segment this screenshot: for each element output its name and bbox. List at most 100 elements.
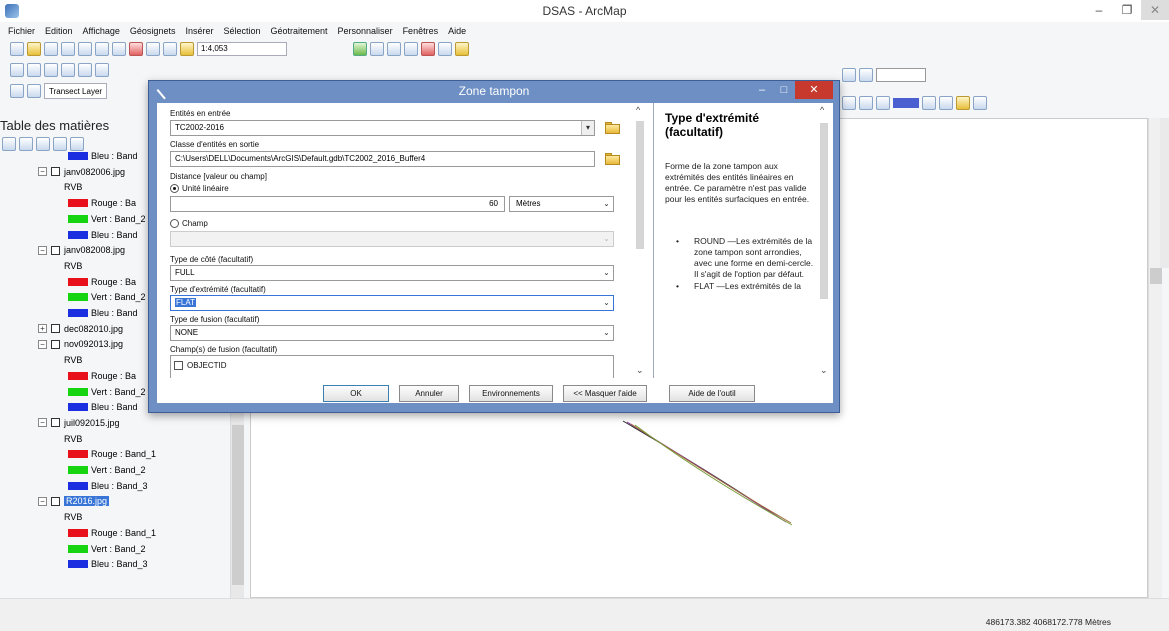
report-icon[interactable] [956, 96, 970, 110]
layer-visibility-checkbox[interactable] [51, 418, 60, 428]
rvb-label-row[interactable]: RVB [64, 260, 82, 272]
layer-row[interactable]: − janv082006.jpg [38, 166, 125, 178]
rvb-label-row[interactable]: RVB [64, 181, 82, 193]
layout-icon[interactable] [859, 68, 873, 82]
full-extent-icon[interactable] [61, 63, 75, 77]
layer-row[interactable]: − janv082008.jpg [38, 244, 125, 256]
chevron-down-icon[interactable]: ⌄ [600, 296, 613, 310]
open-icon[interactable] [27, 42, 41, 56]
linear-unit-radio[interactable] [170, 184, 179, 193]
close-button[interactable]: ✕ [1141, 0, 1169, 20]
environments-button[interactable]: Environnements [469, 385, 553, 402]
list-by-source-icon[interactable] [19, 137, 33, 151]
parameters-scroll-thumb[interactable] [636, 121, 644, 249]
chevron-down-icon[interactable]: ⌄ [636, 365, 644, 376]
band-legend-row[interactable]: Bleu : Band_3 [68, 480, 148, 492]
dialog-minimize-button[interactable]: – [751, 81, 773, 99]
band-legend-row[interactable]: Vert : Band_2 [68, 543, 146, 555]
delete-icon[interactable] [129, 42, 143, 56]
dialog-maximize-button[interactable]: □ [773, 81, 795, 99]
toc-scroll-thumb[interactable] [232, 425, 244, 585]
units-combo[interactable]: Mètres ⌄ [509, 196, 614, 212]
collapse-icon[interactable]: − [38, 245, 47, 255]
cut-icon[interactable] [78, 42, 92, 56]
attribute-icon[interactable] [939, 96, 953, 110]
catalog-icon[interactable] [387, 42, 401, 56]
band-legend-row[interactable]: Vert : Band_2 [68, 213, 146, 225]
side-type-combo[interactable]: FULL ⌄ [170, 265, 614, 281]
zoom-in-icon[interactable] [10, 63, 24, 77]
add-data-icon[interactable] [180, 42, 194, 56]
chevron-down-icon[interactable]: ⌄ [600, 266, 613, 280]
layout-tool-3-icon[interactable] [876, 96, 890, 110]
browse-folder-icon[interactable] [604, 151, 621, 166]
chevron-down-icon[interactable]: ▾ [581, 121, 594, 135]
tool-help-button[interactable]: Aide de l'outil [669, 385, 755, 402]
minimize-button[interactable]: – [1085, 0, 1113, 20]
search-window-icon[interactable] [404, 42, 418, 56]
rvb-label-row[interactable]: RVB [64, 433, 82, 445]
chevron-down-icon[interactable]: ⌄ [600, 326, 613, 340]
rvb-label-row[interactable]: RVB [64, 354, 82, 366]
copy-icon[interactable] [95, 42, 109, 56]
fixed-zoom-in-icon[interactable] [78, 63, 92, 77]
table-window-icon[interactable] [370, 42, 384, 56]
menu-inserer[interactable]: Insérer [185, 26, 213, 36]
band-legend-row[interactable]: Bleu : Band [68, 150, 138, 162]
check-icon[interactable] [27, 84, 41, 98]
ok-button[interactable]: OK [323, 385, 389, 402]
band-legend-row[interactable]: Rouge : Ba [68, 197, 136, 209]
transect-layer-combo[interactable]: Transect Layer [44, 83, 108, 99]
zoom-out-icon[interactable] [27, 63, 41, 77]
chevron-down-icon[interactable]: ⌄ [600, 197, 613, 211]
band-legend-row[interactable]: Bleu : Band [68, 307, 138, 319]
chevron-up-icon[interactable]: ^ [820, 105, 824, 115]
layer-row[interactable]: − juil092015.jpg [38, 417, 120, 429]
layer-visibility-checkbox[interactable] [51, 324, 60, 334]
chevron-up-icon[interactable]: ^ [636, 105, 640, 115]
input-features-combo[interactable]: TC2002-2016 ▾ [170, 120, 595, 136]
field-radio[interactable] [170, 219, 179, 228]
options-icon[interactable] [70, 137, 84, 151]
layer-row[interactable]: + dec082010.jpg [38, 323, 123, 335]
help-scroll-thumb[interactable] [820, 123, 828, 299]
menu-fenetres[interactable]: Fenêtres [403, 26, 439, 36]
layer-visibility-checkbox[interactable] [51, 245, 60, 255]
graph-icon[interactable] [973, 96, 987, 110]
collapse-icon[interactable]: − [38, 167, 47, 177]
paste-icon[interactable] [112, 42, 126, 56]
band-legend-row[interactable]: Bleu : Band [68, 229, 138, 241]
fixed-zoom-out-icon[interactable] [95, 63, 109, 77]
color-picker-icon[interactable] [893, 98, 919, 108]
expand-icon[interactable]: + [38, 324, 47, 334]
horizontal-scrollbar[interactable] [0, 598, 1169, 612]
menu-geotraitement[interactable]: Géotraitement [271, 26, 328, 36]
band-legend-row[interactable]: Vert : Band_2 [68, 386, 146, 398]
list-by-selection-icon[interactable] [53, 137, 67, 151]
menu-geosignets[interactable]: Géosignets [130, 26, 176, 36]
chevron-down-icon[interactable]: ⌄ [820, 365, 828, 376]
list-by-drawing-order-icon[interactable] [2, 137, 16, 151]
pan-icon[interactable] [44, 63, 58, 77]
collapse-icon[interactable]: − [38, 339, 47, 349]
band-legend-row[interactable]: Vert : Band_2 [68, 464, 146, 476]
layer-visibility-checkbox[interactable] [51, 167, 60, 177]
parameters-scrollbar[interactable]: ^ ⌄ [633, 103, 648, 378]
band-legend-row[interactable]: Vert : Band_2 [68, 291, 146, 303]
distance-value-input[interactable]: 60 [170, 196, 505, 212]
menu-personnaliser[interactable]: Personnaliser [338, 26, 393, 36]
editor-icon[interactable] [353, 42, 367, 56]
end-type-combo[interactable]: FLAT ⌄ [170, 295, 614, 311]
save-icon[interactable] [44, 42, 58, 56]
dropdown-icon[interactable] [922, 96, 936, 110]
dissolve-type-combo[interactable]: NONE ⌄ [170, 325, 614, 341]
layer-row[interactable]: − nov092013.jpg [38, 338, 123, 350]
objectid-checkbox[interactable] [174, 361, 183, 370]
field-combo[interactable]: ⌄ [170, 231, 614, 247]
rvb-label-row[interactable]: RVB [64, 511, 82, 523]
layer-row[interactable]: − R2016.jpg [38, 495, 110, 507]
layout-tool-icon[interactable] [842, 96, 856, 110]
python-icon[interactable] [438, 42, 452, 56]
restore-button[interactable]: ❐ [1113, 0, 1141, 20]
dissolve-fields-list[interactable] [170, 355, 614, 378]
